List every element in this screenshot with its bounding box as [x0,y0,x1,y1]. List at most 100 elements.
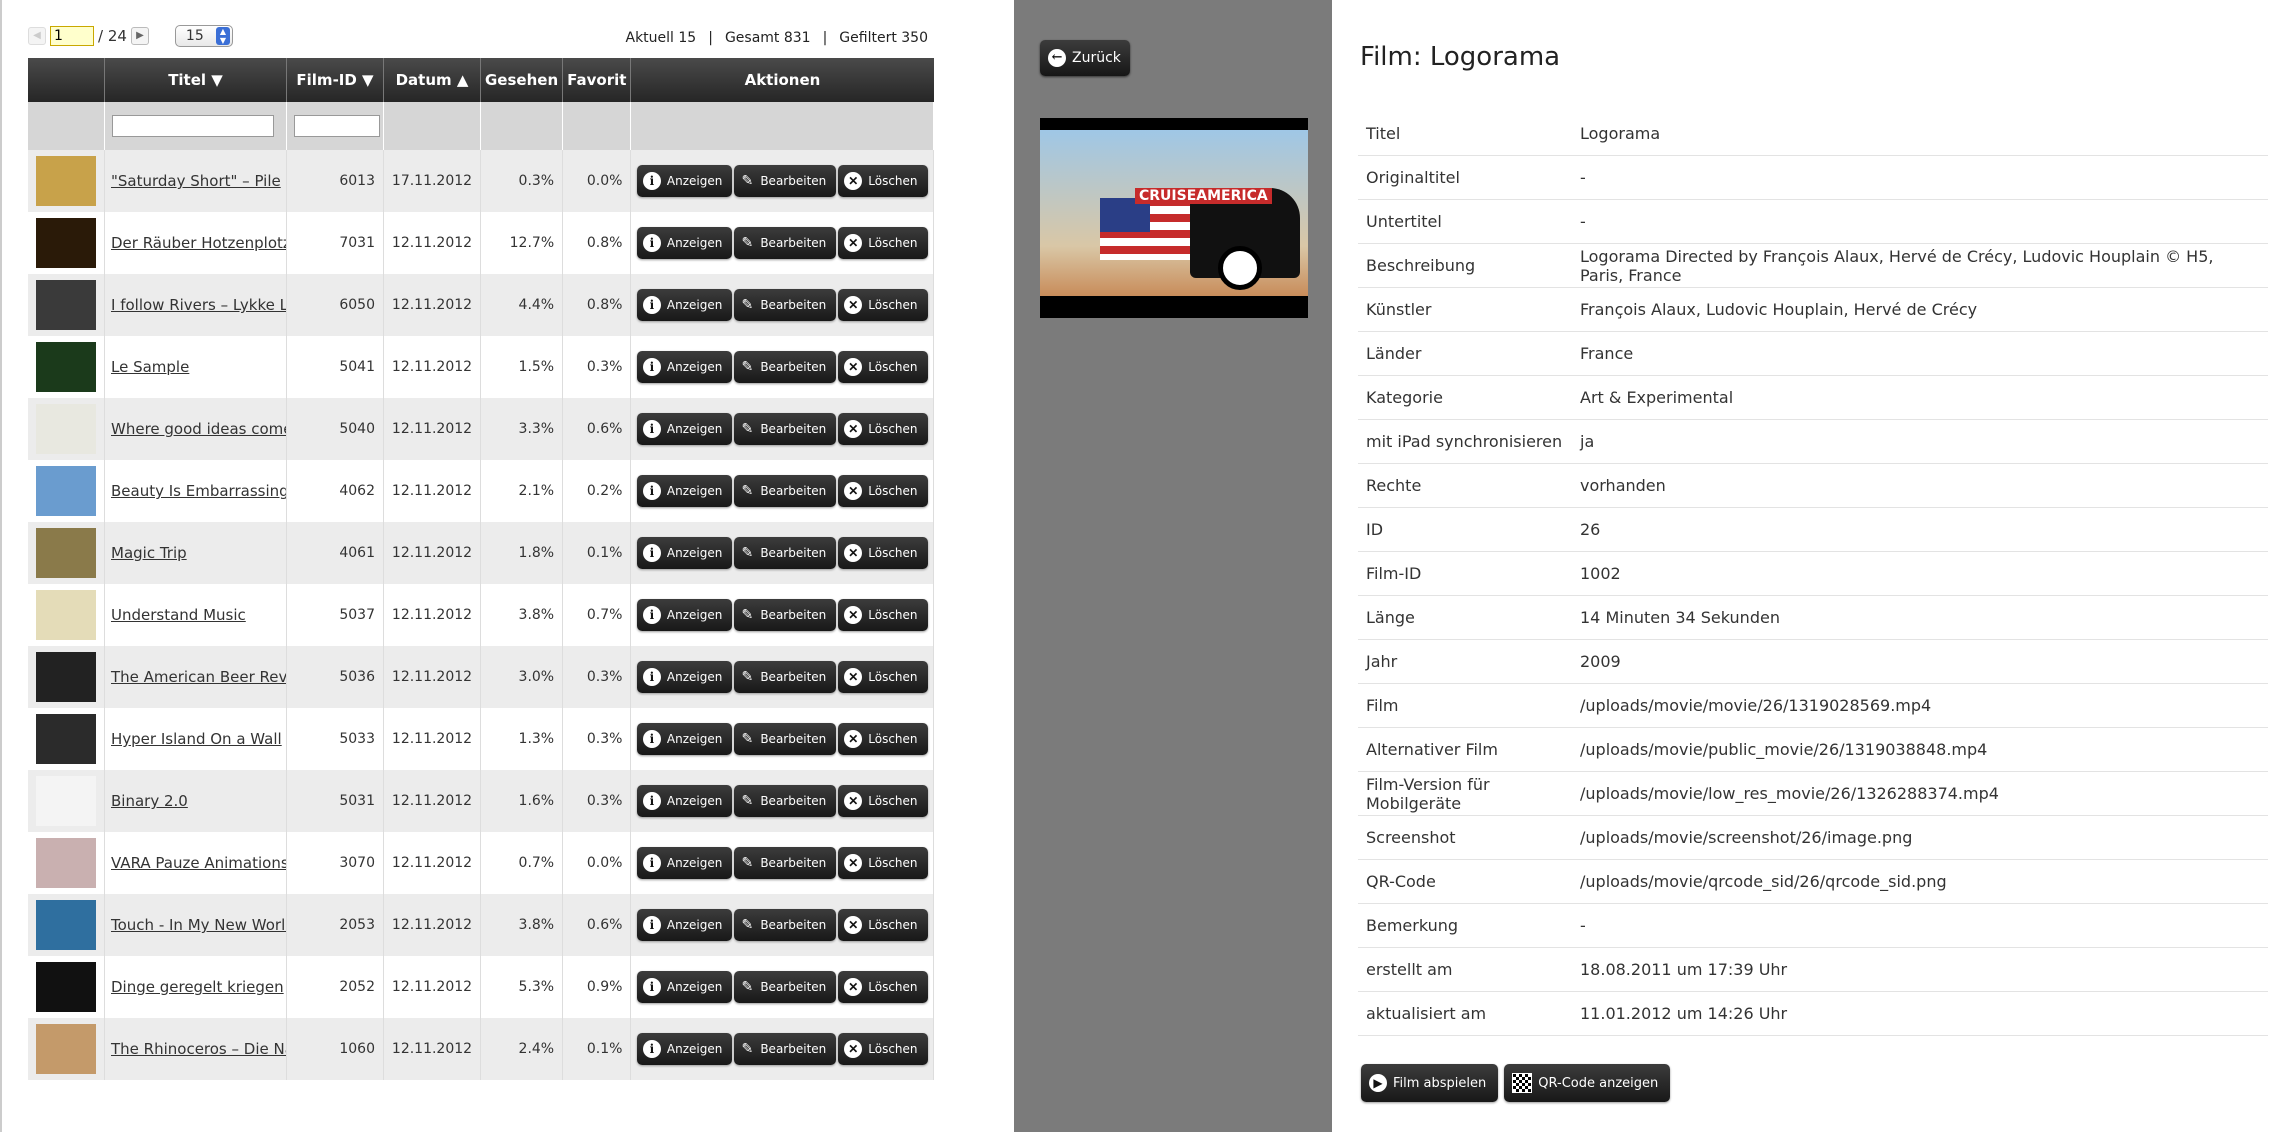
delete-button[interactable]: ✕ Löschen [838,227,928,259]
edit-button[interactable]: ✎ Bearbeiten [734,475,837,507]
delete-button[interactable]: ✕ Löschen [838,1033,928,1065]
view-button[interactable]: i Anzeigen [636,475,733,507]
detail-row: ID 26 [1358,507,2268,552]
film-title-link[interactable]: Understand Music [111,606,246,624]
delete-button[interactable]: ✕ Löschen [838,971,928,1003]
delete-button[interactable]: ✕ Löschen [838,599,928,631]
delete-button[interactable]: ✕ Löschen [838,785,928,817]
film-id-cell: 3070 [286,832,384,894]
edit-button[interactable]: ✎ Bearbeiten [734,971,837,1003]
edit-button[interactable]: ✎ Bearbeiten [734,351,837,383]
prev-page-icon[interactable]: ◀ [28,27,46,45]
thumb-cell [28,584,105,646]
edit-button[interactable]: ✎ Bearbeiten [734,413,837,445]
actions-cell: i Anzeigen ✎ Bearbeiten ✕ Löschen [630,274,934,336]
film-title-link[interactable]: Beauty Is Embarrassing [111,482,286,500]
edit-button[interactable]: ✎ Bearbeiten [734,847,837,879]
film-title-link[interactable]: Where good ideas come fr [111,420,286,438]
edit-button[interactable]: ✎ Bearbeiten [734,723,837,755]
view-button[interactable]: i Anzeigen [636,847,733,879]
film-title-link[interactable]: "Saturday Short" – Pile [111,172,281,190]
delete-button[interactable]: ✕ Löschen [838,661,928,693]
film-title-link[interactable]: Le Sample [111,358,189,376]
edit-label: Bearbeiten [760,422,827,436]
edit-label: Bearbeiten [760,608,827,622]
delete-button[interactable]: ✕ Löschen [838,475,928,507]
favorite-cell: 0.3% [562,336,632,398]
delete-button[interactable]: ✕ Löschen [838,723,928,755]
play-film-button[interactable]: ▶ Film abspielen [1361,1064,1499,1102]
delete-button[interactable]: ✕ Löschen [838,351,928,383]
thumb-cell [28,274,105,336]
detail-row: Jahr 2009 [1358,639,2268,684]
favorite-cell: 0.9% [562,956,632,1018]
col-date[interactable]: Datum ▲ [383,58,481,102]
view-button[interactable]: i Anzeigen [636,537,733,569]
edit-label: Bearbeiten [760,546,827,560]
edit-button[interactable]: ✎ Bearbeiten [734,289,837,321]
edit-label: Bearbeiten [760,360,827,374]
film-title-link[interactable]: Binary 2.0 [111,792,188,810]
view-button[interactable]: i Anzeigen [636,1033,733,1065]
pencil-icon: ✎ [741,855,754,871]
delete-button[interactable]: ✕ Löschen [838,537,928,569]
delete-button[interactable]: ✕ Löschen [838,165,928,197]
delete-button[interactable]: ✕ Löschen [838,413,928,445]
film-title-link[interactable]: Touch - In My New World [111,916,286,934]
view-button[interactable]: i Anzeigen [636,661,733,693]
edit-button[interactable]: ✎ Bearbeiten [734,909,837,941]
close-circle-icon: ✕ [844,1040,863,1058]
pencil-icon: ✎ [741,545,754,561]
show-qr-button[interactable]: QR-Code anzeigen [1504,1064,1671,1102]
edit-button[interactable]: ✎ Bearbeiten [734,227,837,259]
delete-button[interactable]: ✕ Löschen [838,289,928,321]
close-circle-icon: ✕ [844,358,863,376]
col-title[interactable]: Titel ▼ [104,58,287,102]
delete-button[interactable]: ✕ Löschen [838,847,928,879]
back-button[interactable]: ← Zurück [1040,40,1130,76]
result-stats: Aktuell 15 | Gesamt 831 | Gefiltert 350 [625,30,929,46]
col-actions: Aktionen [630,58,934,102]
film-title-link[interactable]: Dinge geregelt kriegen [111,978,284,996]
stat-filtered: Gefiltert 350 [839,30,928,46]
view-button[interactable]: i Anzeigen [636,289,733,321]
detail-table: Titel Logorama Originaltitel - Untertitel - Be… [1358,112,2268,1036]
film-id-filter-input[interactable] [294,115,380,137]
title-filter-input[interactable] [112,115,274,137]
view-button[interactable]: i Anzeigen [636,971,733,1003]
film-title-link[interactable]: Der Räuber Hotzenplotz [111,234,286,252]
filter-cell-empty [562,102,632,150]
view-button[interactable]: i Anzeigen [636,909,733,941]
detail-row: Film-Version für Mobilgeräte/uploads/mov… [1358,771,2268,816]
edit-button[interactable]: ✎ Bearbeiten [734,599,837,631]
delete-label: Löschen [868,794,918,808]
film-thumbnail [36,404,96,454]
edit-button[interactable]: ✎ Bearbeiten [734,785,837,817]
edit-button[interactable]: ✎ Bearbeiten [734,1033,837,1065]
edit-button[interactable]: ✎ Bearbeiten [734,661,837,693]
view-button[interactable]: i Anzeigen [636,723,733,755]
view-button[interactable]: i Anzeigen [636,413,733,445]
film-title-link[interactable]: VARA Pauze Animations [111,854,286,872]
detail-label: Film-ID [1358,551,1572,596]
col-film-id[interactable]: Film-ID ▼ [286,58,384,102]
edit-button[interactable]: ✎ Bearbeiten [734,165,837,197]
view-button[interactable]: i Anzeigen [636,785,733,817]
view-button[interactable]: i Anzeigen [636,351,733,383]
film-title-link[interactable]: The American Beer Reviva [111,668,286,686]
edit-button[interactable]: ✎ Bearbeiten [734,537,837,569]
view-button[interactable]: i Anzeigen [636,227,733,259]
detail-row: Länge 14 Minuten 34 Sekunden [1358,595,2268,640]
delete-button[interactable]: ✕ Löschen [838,909,928,941]
film-title-link[interactable]: The Rhinoceros – Die Nas [111,1040,286,1058]
film-title-link[interactable]: I follow Rivers – Lykke Li [111,296,286,314]
view-button[interactable]: i Anzeigen [636,165,733,197]
film-title-link[interactable]: Hyper Island On a Wall [111,730,282,748]
date-cell: 12.11.2012 [383,460,481,522]
page-number-input[interactable] [50,26,94,46]
next-page-icon[interactable]: ▶ [130,27,149,45]
per-page-select[interactable]: 15 ▲ ▼ [174,25,233,47]
actions-cell: i Anzeigen ✎ Bearbeiten ✕ Löschen [630,770,934,832]
view-button[interactable]: i Anzeigen [636,599,733,631]
film-title-link[interactable]: Magic Trip [111,544,187,562]
